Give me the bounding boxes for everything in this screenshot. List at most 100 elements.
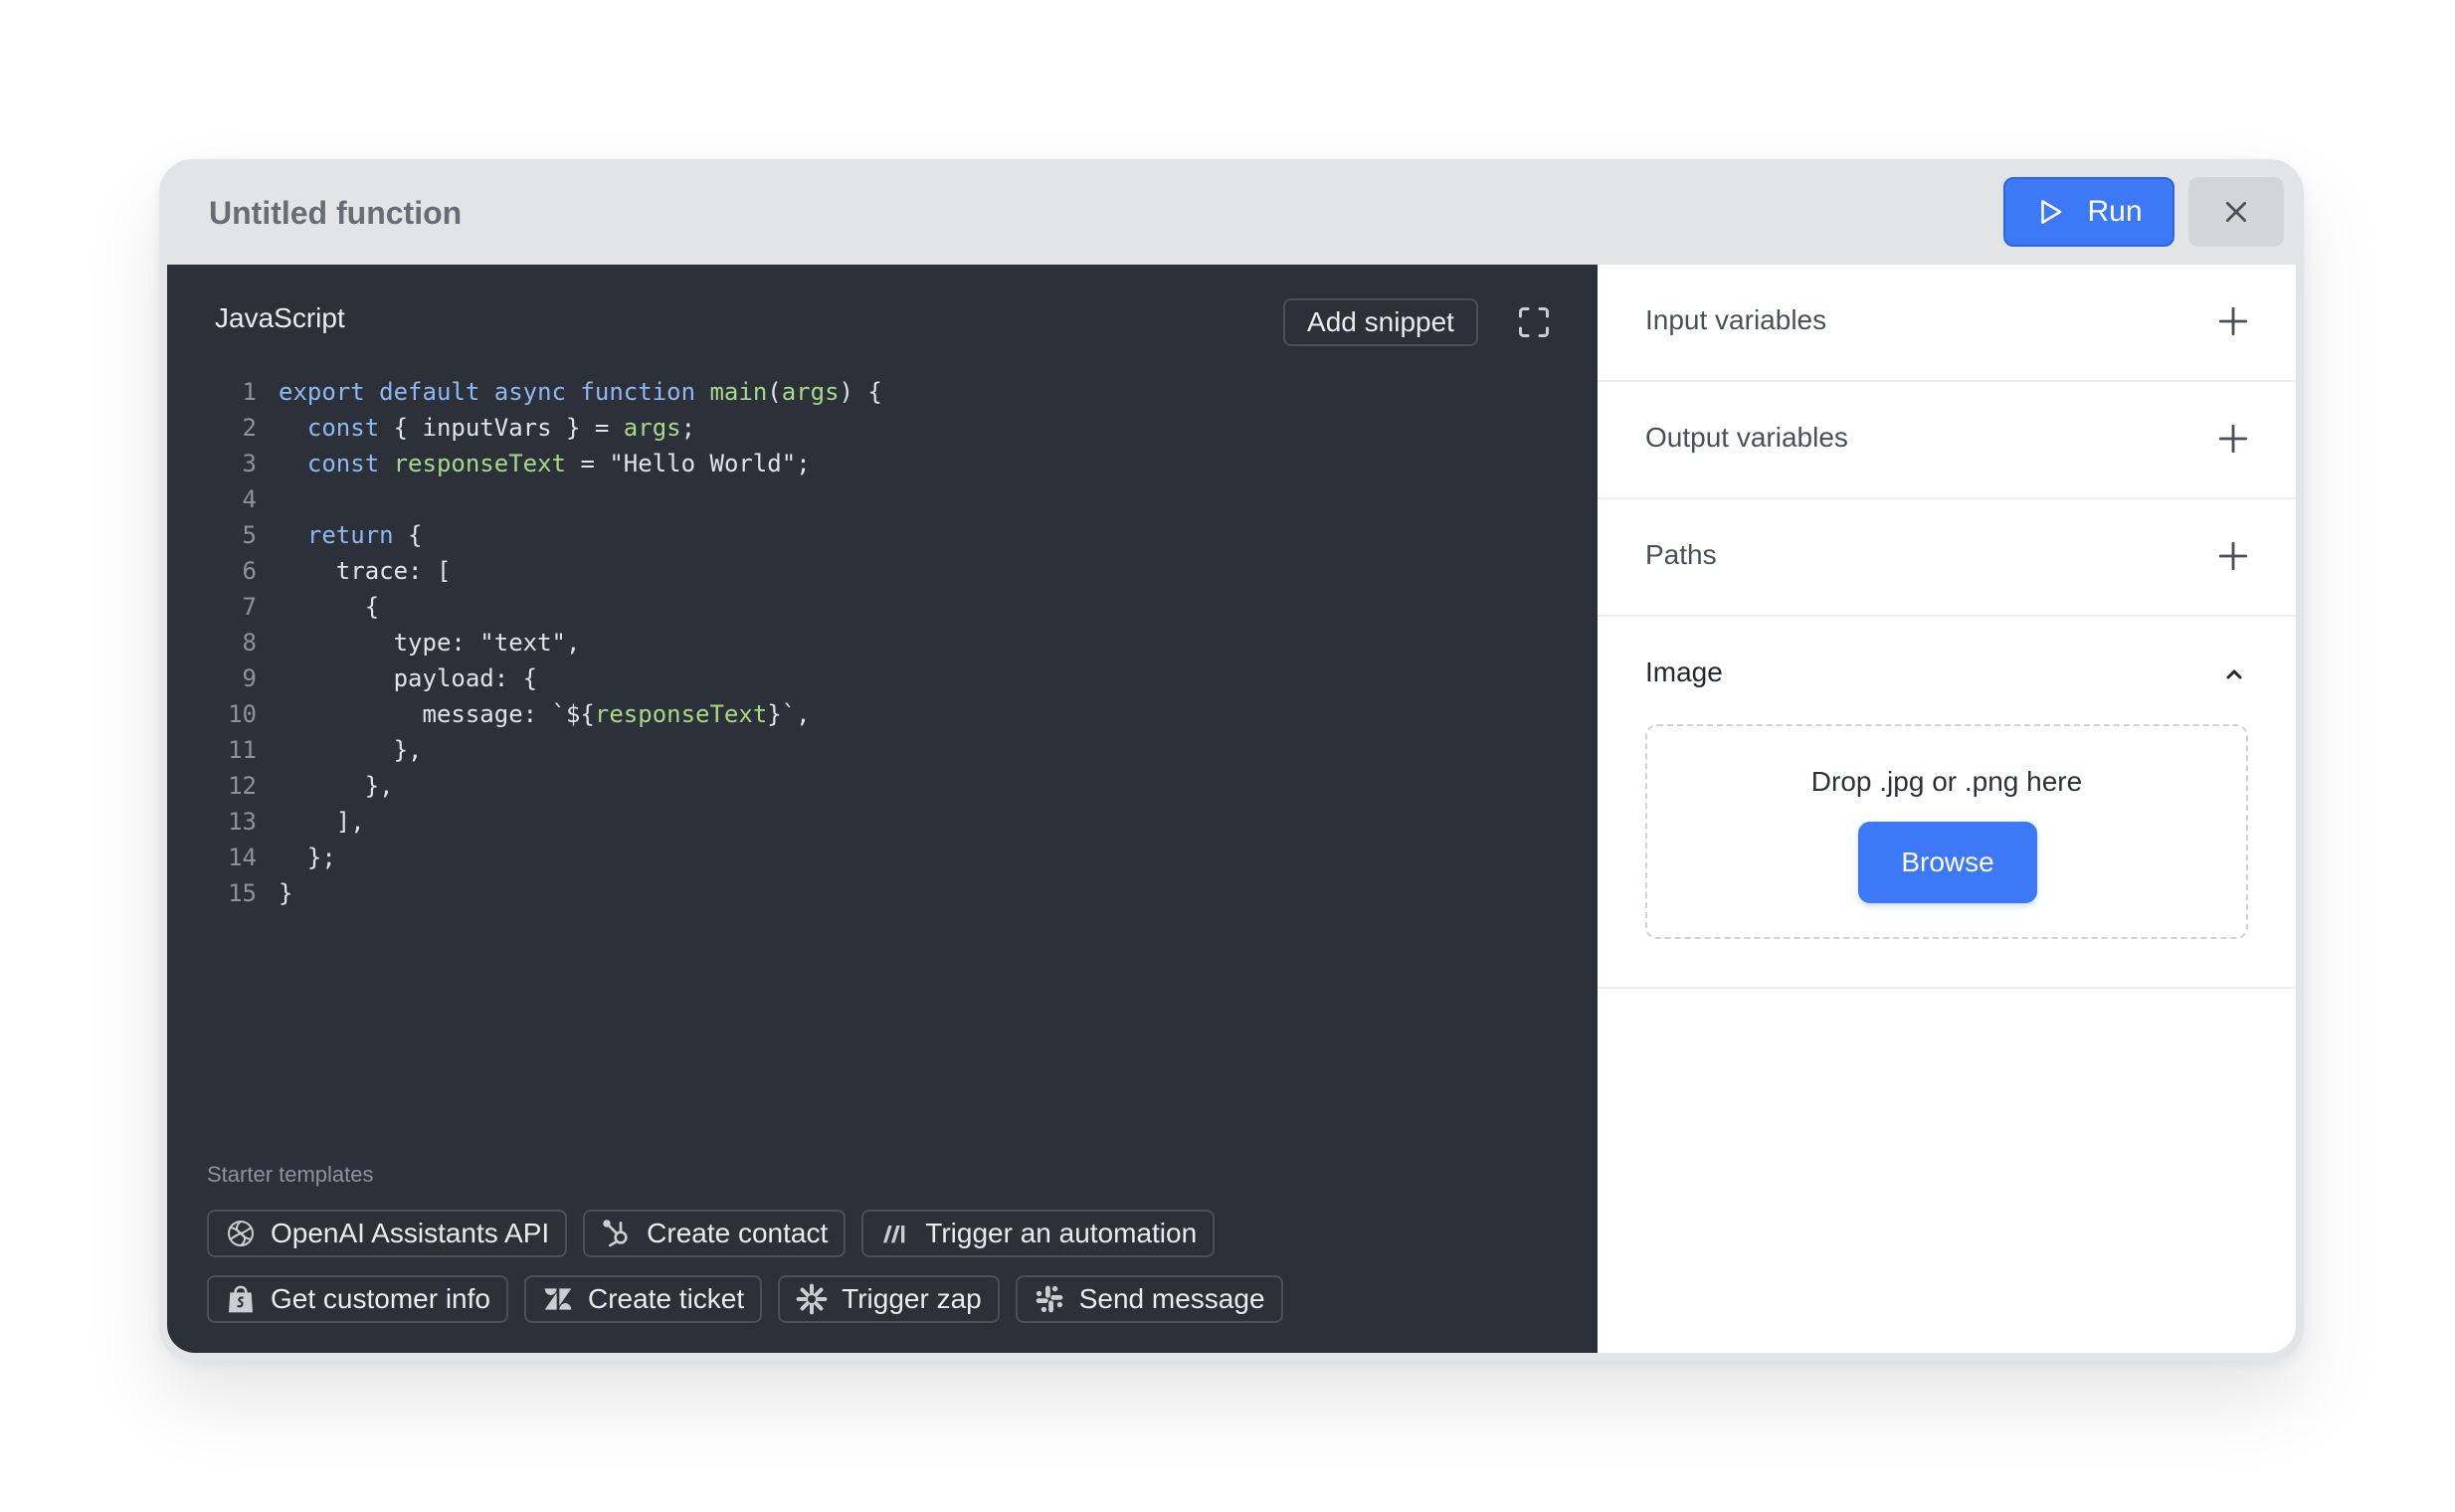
code-text: return { (306, 521, 423, 549)
paths-section: Paths (1598, 499, 2296, 617)
image-section-label: Image (1645, 657, 1723, 687)
code-text: }, (279, 736, 423, 764)
code-line: 6 trace: [ (223, 553, 1566, 589)
collapse-image-button[interactable] (2222, 662, 2246, 686)
line-number: 6 (242, 557, 257, 585)
code-line: 1 export default async function main(args… (223, 374, 1566, 410)
code-line: 5 return { (223, 517, 1566, 553)
template-label: OpenAI Assistants API (271, 1218, 550, 1248)
openai-icon (228, 1221, 254, 1246)
output-variables-section: Output variables (1598, 382, 2296, 499)
hubspot-icon (603, 1220, 628, 1247)
code-line: 3 const responseText = "Hello World"; (223, 446, 1566, 481)
template-label: Create contact (647, 1218, 829, 1248)
title-bar: Untitled function Run (159, 159, 2304, 265)
window-body: JavaScript Add snippet 1 export default a… (167, 265, 2296, 1353)
line-number: 3 (242, 450, 257, 477)
code-line: 10 message: `${responseText}`, (223, 696, 1566, 732)
template-create-contact[interactable]: Create contact (583, 1210, 847, 1257)
code-line: 14 }; (223, 840, 1566, 875)
add-snippet-button[interactable]: Add snippet (1283, 298, 1478, 346)
image-section: Image Drop .jpg or .png here Browse (1598, 617, 2296, 989)
settings-sidebar: Input variables Output variables Paths I… (1598, 265, 2296, 1353)
section-label: Output variables (1645, 422, 1848, 453)
make-icon (883, 1226, 905, 1243)
line-number: 4 (242, 485, 257, 513)
template-create-ticket[interactable]: Create ticket (523, 1275, 763, 1323)
template-send-message[interactable]: Send message (1015, 1275, 1283, 1323)
plus-icon (2218, 306, 2248, 336)
add-output-variable-button[interactable] (2216, 422, 2250, 456)
browse-button[interactable]: Browse (1858, 822, 2037, 903)
starter-templates-label: Starter templates (207, 1162, 374, 1187)
code-text: ], (279, 808, 365, 836)
zendesk-icon (544, 1288, 572, 1310)
code-text: export default async function main(args)… (279, 378, 882, 406)
code-line: 7 { (223, 589, 1566, 625)
line-number: 14 (228, 844, 257, 871)
code-text: type: "text", (279, 629, 581, 657)
add-path-button[interactable] (2216, 539, 2250, 573)
code-text: } (279, 879, 293, 907)
template-label: Create ticket (587, 1283, 745, 1314)
function-editor-window: Untitled function Run JavaScript Add sni… (159, 159, 2304, 1361)
slack-icon (1036, 1285, 1063, 1313)
code-line: 2 const { inputVars } = args; (223, 410, 1566, 446)
template-openai-assistants[interactable]: OpenAI Assistants API (207, 1210, 568, 1257)
fullscreen-button[interactable] (1516, 304, 1552, 340)
window-title: Untitled function (209, 195, 463, 231)
plus-icon (2218, 541, 2248, 571)
line-number: 1 (242, 378, 257, 406)
line-number: 10 (228, 700, 257, 728)
line-number: 12 (228, 772, 257, 800)
plus-icon (2218, 424, 2248, 454)
code-text: const responseText = "Hello World"; (306, 450, 811, 477)
code-text: const { inputVars } = args; (306, 414, 696, 442)
code-line: 9 payload: { (223, 661, 1566, 696)
image-dropzone[interactable]: Drop .jpg or .png here Browse (1645, 724, 2248, 939)
template-get-customer-info[interactable]: Get customer info (207, 1275, 508, 1323)
code-line: 12 }, (223, 768, 1566, 804)
code-line: 13 ], (223, 804, 1566, 840)
code-area[interactable]: 1 export default async function main(args… (223, 374, 1566, 911)
code-line: 4 (223, 481, 1566, 517)
code-line: 8 type: "text", (223, 625, 1566, 661)
template-label: Trigger an automation (925, 1218, 1198, 1248)
zapier-icon (796, 1283, 828, 1315)
code-text: }, (279, 772, 394, 800)
shopify-icon (229, 1285, 253, 1313)
section-label: Paths (1645, 539, 1717, 570)
code-editor-panel: JavaScript Add snippet 1 export default a… (167, 265, 1598, 1353)
code-line: 15} (223, 875, 1566, 911)
close-icon (2225, 201, 2247, 223)
dropzone-text: Drop .jpg or .png here (1810, 766, 2083, 797)
line-number: 9 (242, 664, 257, 692)
language-label: JavaScript (215, 302, 345, 333)
template-label: Trigger zap (842, 1283, 982, 1314)
line-number: 11 (228, 736, 257, 764)
template-trigger-zap[interactable]: Trigger zap (778, 1275, 1000, 1323)
template-trigger-automation[interactable]: Trigger an automation (861, 1210, 1216, 1257)
line-number: 15 (228, 879, 257, 907)
code-text: payload: { (279, 664, 538, 692)
template-label: Get customer info (271, 1283, 490, 1314)
input-variables-section: Input variables (1598, 265, 2296, 382)
run-button[interactable]: Run (2003, 177, 2174, 247)
starter-templates: OpenAI Assistants API Create contact Tri… (207, 1210, 1560, 1341)
run-button-label: Run (2087, 195, 2143, 228)
section-label: Input variables (1645, 304, 1827, 335)
add-input-variable-button[interactable] (2216, 304, 2250, 338)
line-number: 8 (242, 629, 257, 657)
code-line: 11 }, (223, 732, 1566, 768)
play-icon (2041, 200, 2062, 224)
line-number: 13 (228, 808, 257, 836)
template-row: Get customer info Create ticket Trigger … (207, 1275, 1560, 1323)
expand-icon (1519, 307, 1549, 337)
close-button[interactable] (2188, 177, 2284, 247)
code-text: trace: [ (279, 557, 452, 585)
template-label: Send message (1078, 1283, 1265, 1314)
chevron-up-icon (2226, 669, 2242, 679)
line-number: 7 (242, 593, 257, 621)
line-number: 2 (242, 414, 257, 442)
code-text: { (279, 593, 380, 621)
